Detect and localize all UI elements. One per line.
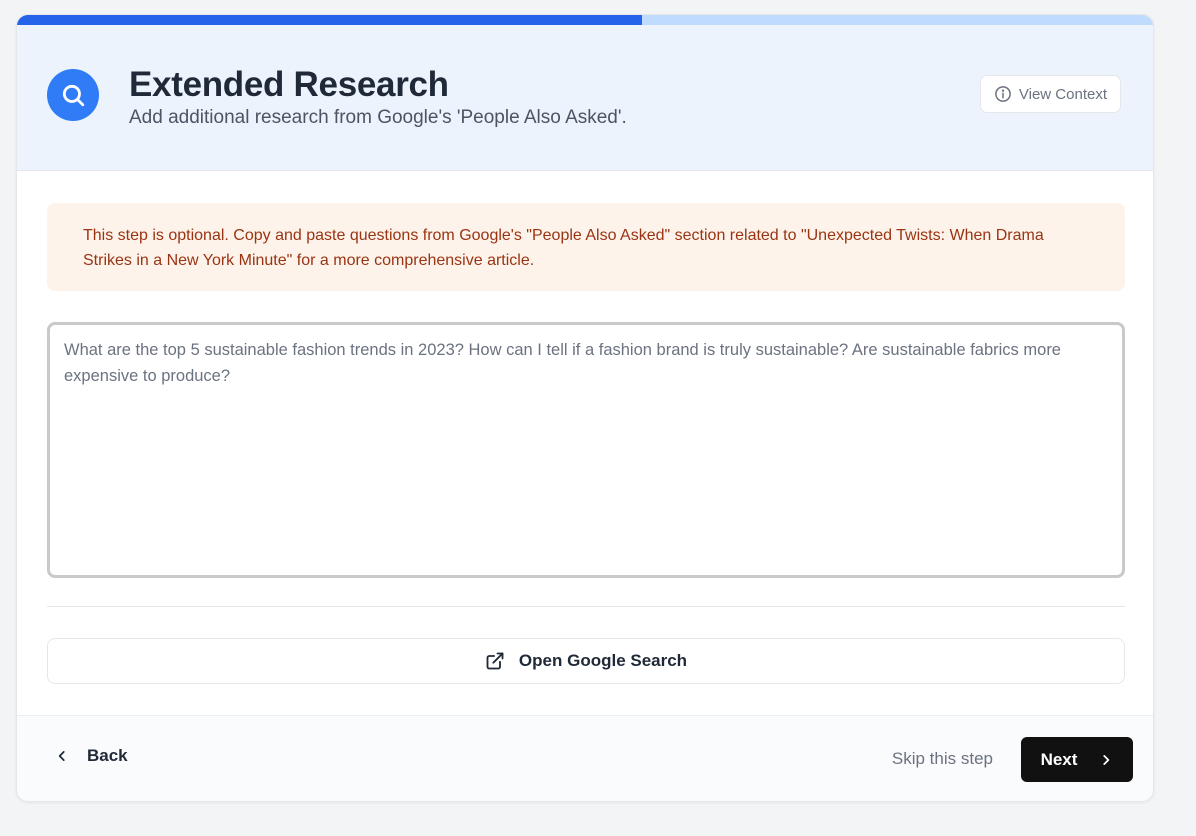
chevron-right-icon bbox=[1099, 753, 1113, 767]
chevron-left-icon bbox=[55, 749, 69, 763]
questions-textarea[interactable] bbox=[50, 325, 1122, 575]
page-subtitle: Add additional research from Google's 'P… bbox=[129, 107, 627, 128]
open-google-search-label: Open Google Search bbox=[518, 651, 688, 670]
external-link-icon bbox=[485, 651, 505, 671]
optional-step-notice: This step is optional. Copy and paste qu… bbox=[47, 203, 1125, 291]
page-title: Extended Research bbox=[129, 65, 449, 104]
progress-bar bbox=[17, 15, 1153, 25]
next-label: Next bbox=[1040, 749, 1078, 769]
view-context-label: View Context bbox=[1018, 85, 1107, 103]
info-icon bbox=[994, 85, 1012, 103]
questions-textarea-container bbox=[47, 322, 1125, 578]
wizard-footer: Back Skip this step Next bbox=[17, 715, 1153, 801]
view-context-button[interactable]: View Context bbox=[979, 75, 1121, 113]
open-google-search-button[interactable]: Open Google Search bbox=[47, 638, 1125, 684]
back-label: Back bbox=[87, 746, 128, 765]
step-header: Extended Research Add additional researc… bbox=[17, 25, 1153, 171]
skip-step-button[interactable]: Skip this step bbox=[892, 749, 993, 769]
next-button[interactable]: Next bbox=[1021, 737, 1133, 782]
wizard-card: Extended Research Add additional researc… bbox=[16, 14, 1154, 802]
divider bbox=[47, 606, 1125, 607]
progress-fill bbox=[17, 15, 642, 25]
search-icon bbox=[47, 69, 99, 121]
back-button[interactable]: Back bbox=[55, 746, 128, 766]
